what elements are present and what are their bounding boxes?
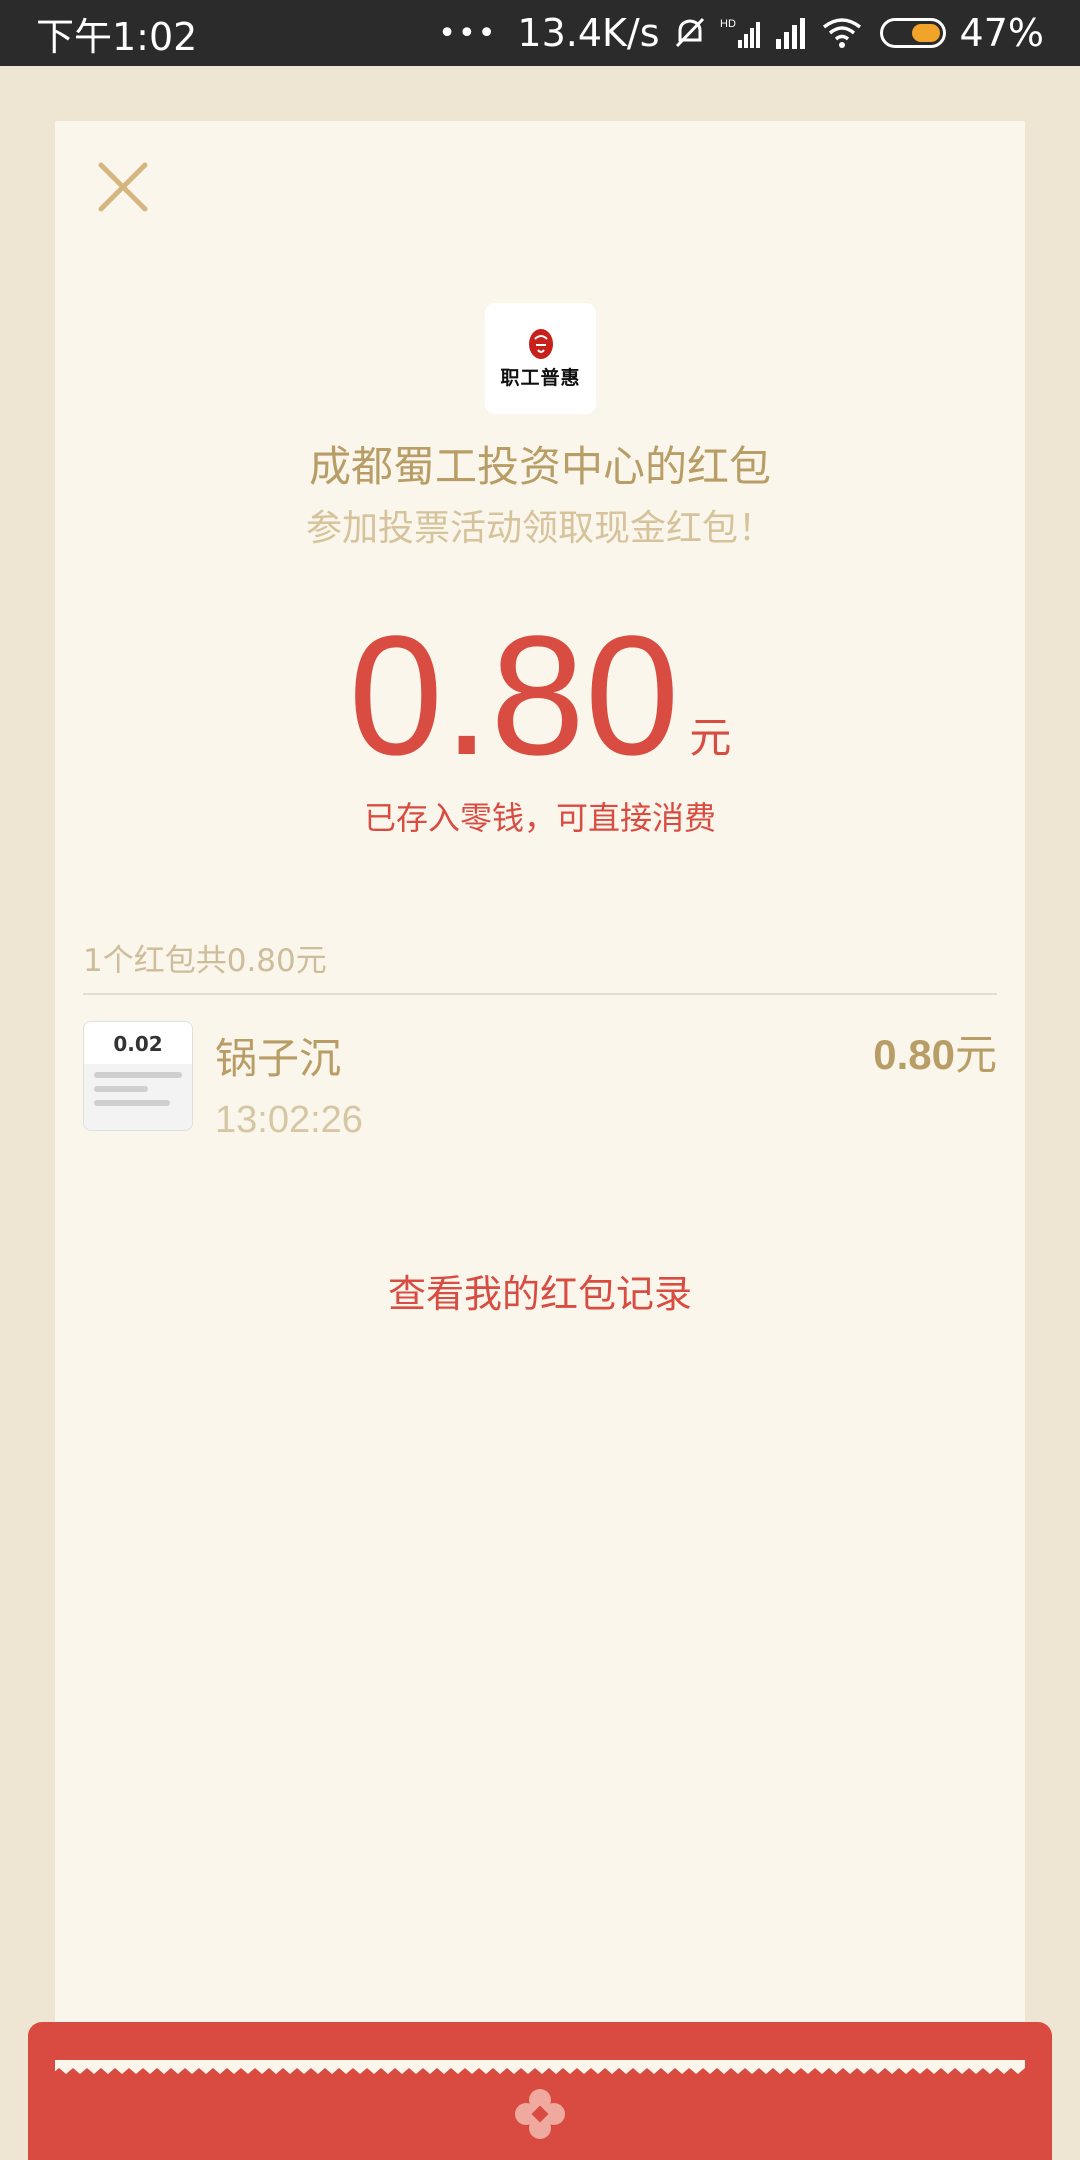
amount-value: 0.80 bbox=[348, 601, 680, 791]
divider bbox=[83, 993, 997, 995]
mute-bell-icon bbox=[674, 16, 706, 50]
view-records-link[interactable]: 查看我的红包记录 bbox=[55, 1263, 1025, 1318]
zigzag-edge bbox=[55, 2060, 1025, 2074]
svg-text:HD: HD bbox=[720, 18, 736, 30]
records-summary: 1个红包共0.80元 bbox=[83, 943, 327, 979]
record-amount: 0.80元 bbox=[873, 1021, 997, 1082]
sender-name: 成都蜀工投资中心的红包 bbox=[308, 442, 771, 491]
wish-text: 参加投票活动领取现金红包！ bbox=[305, 508, 774, 549]
record-amount-unit: 元 bbox=[954, 1031, 997, 1078]
signal-icon bbox=[774, 17, 808, 49]
avatar-amount: 0.02 bbox=[84, 1022, 192, 1064]
sender-logo: 职工普惠 bbox=[485, 303, 596, 414]
close-icon bbox=[98, 162, 148, 212]
red-packet-card: 职工普惠 成都蜀工投资中心的红包 参加投票活动领取现金红包！ 0.80 元 已存… bbox=[55, 121, 1025, 2081]
amount-display: 0.80 元 bbox=[55, 611, 1025, 781]
avatar: 0.02 bbox=[83, 1021, 193, 1131]
record-time: 13:02:26 bbox=[215, 1099, 363, 1141]
seal-icon bbox=[528, 329, 553, 359]
flower-emblem-icon bbox=[515, 2089, 565, 2139]
wifi-icon bbox=[822, 17, 862, 49]
amount-unit: 元 bbox=[689, 713, 732, 762]
hd-signal-icon: HD bbox=[720, 16, 760, 50]
deposit-note: 已存入零钱，可直接消费 bbox=[363, 799, 716, 837]
battery-percent: 47% bbox=[959, 11, 1044, 55]
status-time: 下午1:02 bbox=[36, 14, 198, 59]
record-row[interactable]: 0.02 锅子沉 13:02:26 0.80元 bbox=[83, 1021, 997, 1145]
status-bar: 下午1:02 ••• 13.4K/s HD 47% bbox=[0, 0, 1080, 66]
status-icons: ••• 13.4K/s HD 47% bbox=[438, 11, 1044, 55]
record-amount-value: 0.80 bbox=[873, 1031, 955, 1078]
record-name: 锅子沉 bbox=[215, 1034, 342, 1083]
battery-icon bbox=[879, 18, 946, 48]
close-button[interactable] bbox=[93, 157, 153, 217]
logo-text: 职工普惠 bbox=[500, 367, 581, 389]
more-dots: ••• bbox=[438, 15, 498, 51]
network-speed: 13.4K/s bbox=[517, 11, 660, 55]
